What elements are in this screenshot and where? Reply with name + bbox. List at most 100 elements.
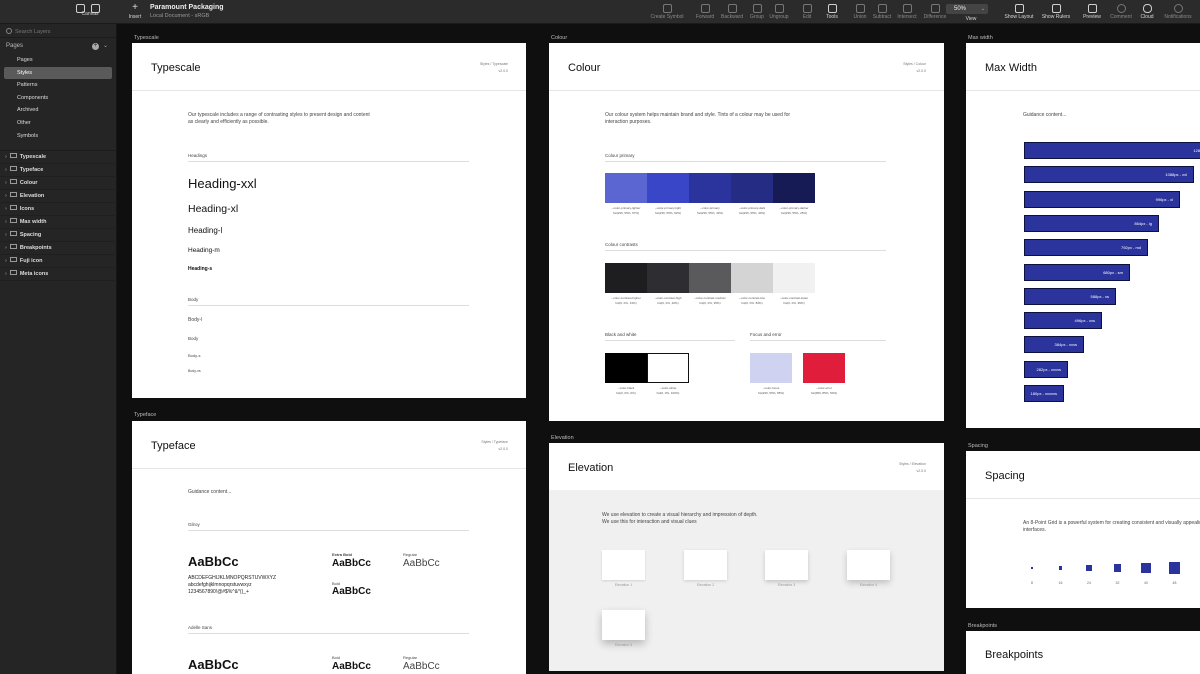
chevron-right-icon[interactable]: › [5,245,7,251]
color-swatch[interactable] [689,263,731,293]
color-swatch[interactable] [647,173,689,203]
chevron-right-icon[interactable]: › [5,258,7,264]
layer-item[interactable]: › Typeface [0,164,117,177]
artboard-title: Typescale [151,62,201,74]
ruler-icon [1051,4,1061,13]
artboard-colour[interactable]: Colour Styles / Colour v2.0.0 Our colour … [549,43,944,421]
max-width-bar[interactable]: 1280px - xxxl [1024,142,1200,159]
comment-button[interactable]: Comment [1106,0,1136,24]
color-swatch[interactable] [750,353,792,383]
layer-label: Typeface [19,167,44,173]
color-swatch[interactable] [731,173,773,203]
page-item[interactable]: Patterns [4,79,112,92]
color-swatch[interactable] [647,263,689,293]
page-item[interactable]: Components [4,92,112,105]
chevron-right-icon[interactable]: › [5,154,7,160]
max-width-bar[interactable]: 384px - xxxs [1024,336,1084,354]
page-item[interactable]: Symbols [4,130,112,143]
color-swatch[interactable] [605,263,647,293]
max-width-bar[interactable]: 1088px - xxl [1024,166,1194,184]
subtract-button[interactable]: Subtract [870,0,894,24]
artboard-elevation[interactable]: Elevation Styles / Elevation v2.0.0 We us… [549,443,944,671]
layer-item[interactable]: › Typescale [0,151,117,164]
chevron-right-icon[interactable]: › [5,167,7,173]
layer-item[interactable]: › Spacing [0,229,117,242]
alphabet-numbers: 1234567890!@#$%^&*()_+ [188,589,249,595]
artboard-label-elevation[interactable]: Elevation [551,435,574,441]
layer-item[interactable]: › Meta icons [0,268,117,281]
chevron-right-icon[interactable]: › [5,232,7,238]
color-swatch[interactable] [731,263,773,293]
color-swatch[interactable] [773,173,815,203]
design-canvas[interactable]: Typescale Typescale Styles / Typescale v2… [118,25,1200,674]
max-width-bar[interactable]: 864px - lg [1024,214,1159,232]
intro-text-1: We use elevation to create a visual hier… [602,512,758,518]
chevron-right-icon[interactable]: › [5,271,7,277]
cloud-button[interactable]: Cloud [1136,0,1158,24]
layer-item[interactable]: › Colour [0,177,117,190]
artboard-typeface[interactable]: Typeface Styles / Typeface v2.0.0 Guidanc… [132,421,526,674]
chevron-down-icon[interactable]: ⌄ [103,42,108,49]
tools-button[interactable]: Tools [820,0,844,24]
artboard-label-typeface[interactable]: Typeface [134,412,156,418]
page-item[interactable]: Pages [4,54,112,67]
color-swatch[interactable] [773,263,815,293]
meta-path: Styles / Typeface [481,440,508,444]
ungroup-button[interactable]: Ungroup [767,0,791,24]
intersect-button[interactable]: Intersect [894,0,920,24]
section-heading: Headings [188,153,208,158]
forward-button[interactable]: Forward [693,0,717,24]
artboard-label-max-width[interactable]: Max width [968,35,993,41]
create-symbol-button[interactable]: Create Symbol [647,0,687,24]
color-swatch[interactable] [605,173,647,203]
add-page-icon[interactable]: + [92,43,99,50]
color-swatch[interactable] [647,353,689,383]
artboard-typescale[interactable]: Typescale Styles / Typescale v2.0.0 Our t… [132,43,526,398]
max-width-bar[interactable]: 792px - md [1024,239,1148,257]
chevron-right-icon[interactable]: › [5,219,7,225]
intersect-label: Intersect [897,14,917,20]
chevron-right-icon[interactable]: › [5,180,7,186]
max-width-bar[interactable]: 496px - xxs [1024,312,1102,330]
bar-label: 996px - xl [1155,196,1173,202]
chevron-right-icon[interactable]: › [5,206,7,212]
max-width-bar[interactable]: 180px - xxxxxs [1024,385,1064,402]
chevron-right-icon[interactable]: › [5,193,7,199]
max-width-bar[interactable]: 996px - xl [1024,190,1180,208]
show-rulers-button[interactable]: Show Rulers [1038,0,1074,24]
section-heading: Colour contrasts [605,242,638,247]
artboard-max-width[interactable]: Max Width Guidance content... 1280px - x… [966,43,1200,428]
max-width-bar[interactable]: 588px - xs [1024,287,1116,305]
layer-item[interactable]: › Breakpoints [0,242,117,255]
page-item-selected[interactable]: Styles [4,66,112,80]
color-swatch[interactable] [605,353,647,383]
subtract-icon [877,4,887,13]
page-item[interactable]: Archived [4,104,112,117]
artboard-spacing[interactable]: Spacing An 8-Point Grid is a powerful sy… [966,451,1200,608]
artboard-breakpoints[interactable]: Breakpoints [966,631,1200,674]
notifications-button[interactable]: Notifications [1158,0,1198,24]
color-swatch[interactable] [803,353,845,383]
layer-item[interactable]: › Elevation [0,190,117,203]
layer-item[interactable]: › Max width [0,216,117,229]
difference-icon [930,4,940,13]
edit-button[interactable]: Edit [797,0,817,24]
max-width-bar[interactable]: 680px - sm [1024,263,1130,281]
preview-button[interactable]: Preview [1078,0,1106,24]
backward-button[interactable]: Backward [717,0,747,24]
page-item[interactable]: Other [4,117,112,130]
color-swatch[interactable] [689,173,731,203]
artboard-label-typescale[interactable]: Typescale [134,35,159,41]
bar-label: 588px - xs [1090,293,1109,299]
insert-button[interactable]: + Insert [124,0,146,24]
layer-item[interactable]: › Icons [0,203,117,216]
union-button[interactable]: Union [850,0,870,24]
layer-item[interactable]: › Fuji icon [0,255,117,268]
artboard-label-spacing[interactable]: Spacing [968,443,988,449]
search-layers-input[interactable]: Search Layers [0,24,116,38]
group-button[interactable]: Group [747,0,767,24]
artboard-label-colour[interactable]: Colour [551,35,567,41]
max-width-bar[interactable]: 282px - xxxxs [1024,360,1068,378]
artboard-label-breakpoints[interactable]: Breakpoints [968,623,997,629]
show-layout-button[interactable]: Show Layout [1000,0,1038,24]
